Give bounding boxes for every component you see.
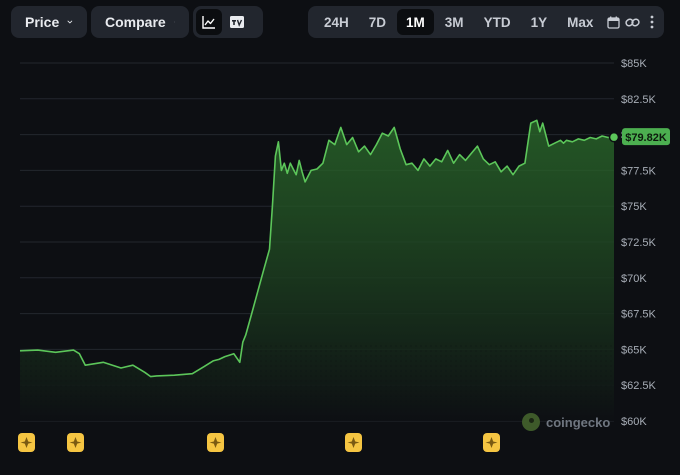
range-7d[interactable]: 7D bbox=[360, 9, 395, 35]
calendar-button[interactable] bbox=[604, 9, 622, 35]
line-chart-icon bbox=[202, 16, 215, 29]
coingecko-logo-icon bbox=[522, 413, 540, 431]
chart-toolbar: Price Compare 24H 7D 1M 3M YTD 1Y Max bbox=[0, 0, 680, 46]
chart-type-toggle bbox=[193, 6, 263, 38]
price-chart: $60K $62.5K $65K $67.5K $70K $72.5K $75K $77.5K… bbox=[0, 46, 680, 470]
y-tick-label: $75K bbox=[621, 201, 647, 213]
y-tick-label: $85K bbox=[621, 58, 647, 70]
y-tick-label: $82.5K bbox=[621, 94, 657, 106]
y-tick-label: $77.5K bbox=[621, 165, 657, 177]
range-24h[interactable]: 24H bbox=[315, 9, 358, 35]
price-dropdown[interactable]: Price bbox=[11, 6, 87, 38]
calendar-icon bbox=[606, 16, 620, 29]
range-1y[interactable]: 1Y bbox=[522, 9, 557, 35]
chevron-down-icon bbox=[173, 21, 175, 23]
watermark-text: coingecko bbox=[546, 414, 611, 430]
time-range-selector: 24H 7D 1M 3M YTD 1Y Max bbox=[308, 6, 664, 38]
compare-dropdown[interactable]: Compare bbox=[91, 6, 189, 38]
y-tick-label: $67.5K bbox=[621, 309, 657, 321]
compare-dropdown-label: Compare bbox=[105, 14, 166, 30]
more-vertical-icon bbox=[650, 15, 654, 29]
y-tick-label: $60K bbox=[621, 416, 647, 428]
price-dropdown-label: Price bbox=[25, 14, 60, 30]
current-price-label: $79.82K bbox=[625, 132, 667, 144]
y-tick-label: $62.5K bbox=[621, 380, 657, 392]
more-options-button[interactable] bbox=[643, 9, 661, 35]
coingecko-watermark: coingecko bbox=[522, 413, 610, 431]
chevron-down-icon bbox=[67, 20, 73, 24]
range-max[interactable]: Max bbox=[558, 9, 602, 35]
tradingview-button[interactable] bbox=[224, 9, 250, 35]
y-tick-label: $65K bbox=[621, 344, 647, 356]
line-chart-button[interactable] bbox=[196, 9, 222, 35]
price-chart-svg: $60K $62.5K $65K $67.5K $70K $72.5K $75K $77.5K… bbox=[18, 58, 670, 452]
link-icon bbox=[625, 17, 640, 27]
range-3m[interactable]: 3M bbox=[436, 9, 473, 35]
y-tick-label: $70K bbox=[621, 273, 647, 285]
range-1m[interactable]: 1M bbox=[397, 9, 434, 35]
y-tick-label: $72.5K bbox=[621, 237, 657, 249]
range-ytd[interactable]: YTD bbox=[475, 9, 520, 35]
tradingview-icon bbox=[230, 16, 244, 28]
current-price-dot bbox=[608, 131, 620, 143]
share-link-button[interactable] bbox=[624, 9, 642, 35]
